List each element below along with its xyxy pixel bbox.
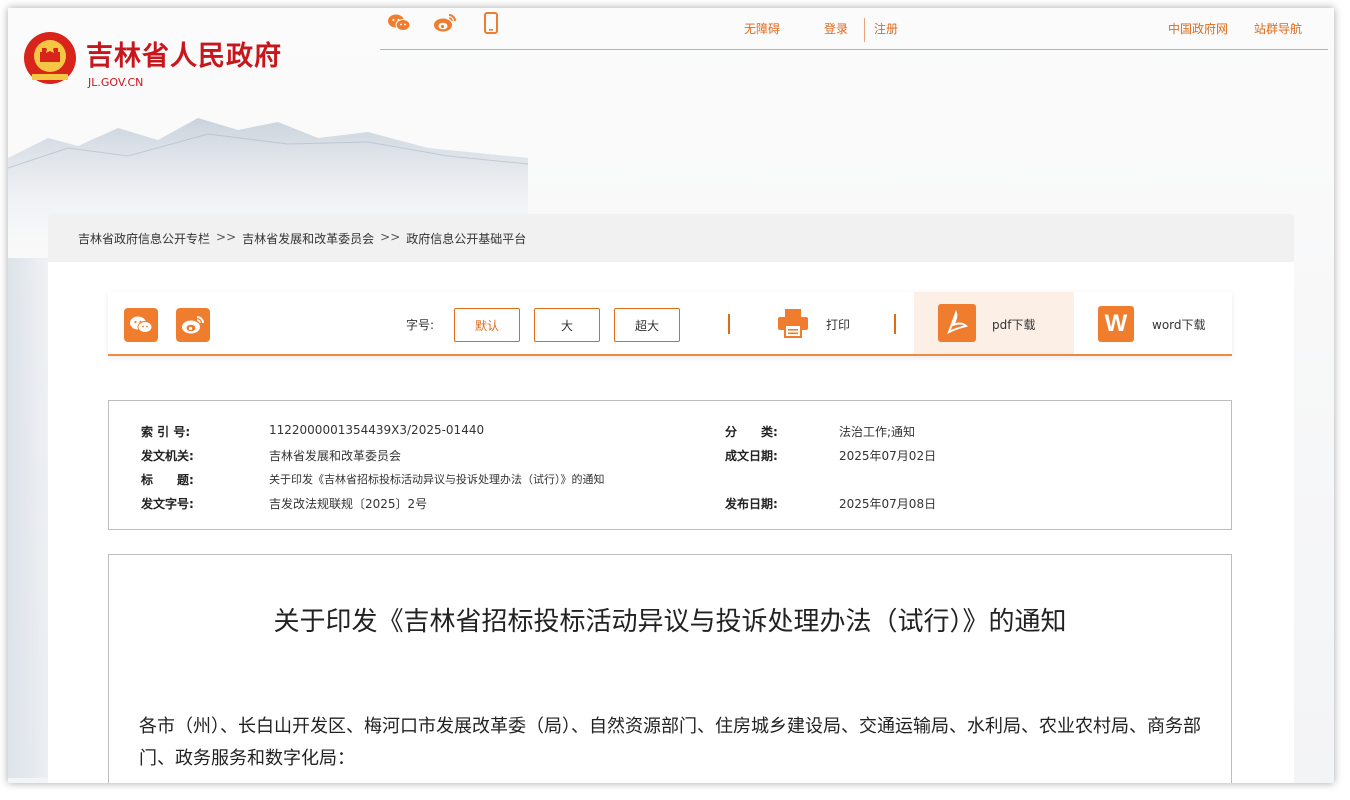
share-weibo-button[interactable] (176, 308, 210, 342)
publish-date-label: 发布日期: (725, 497, 778, 511)
document-paragraph: 各市（州）、长白山开发区、梅河口市发展改革委（局）、自然资源部门、住房城乡建设局… (139, 716, 1201, 769)
document-meta-table: 索 引 号: 1122000001354439X3/2025-01440 分 类… (108, 400, 1232, 530)
share-wechat-button[interactable] (124, 308, 158, 342)
breadcrumb-separator: >> (380, 230, 401, 244)
print-button[interactable]: 打印 (826, 316, 850, 333)
login-link[interactable]: 登录 (824, 20, 848, 37)
publish-date-value: 2025年07月08日 (839, 497, 937, 511)
wechat-icon (130, 316, 152, 333)
top-share-icons (388, 12, 502, 34)
issuer-label: 发文机关: (141, 449, 194, 463)
title-label: 标 题: (141, 473, 194, 487)
breadcrumb: 吉林省政府信息公开专栏 >> 吉林省发展和改革委员会 >> 政府信息公开基础平台 (78, 230, 526, 247)
font-xlarge-button[interactable]: 超大 (614, 308, 680, 342)
wechat-icon[interactable] (388, 12, 410, 34)
article-toolbar: 字号: 默认 大 超大 打印 pdf下载 W word下载 (108, 292, 1232, 356)
weibo-icon[interactable] (434, 12, 456, 34)
meta-row: 索 引 号: 1122000001354439X3/2025-01440 分 类… (109, 423, 1231, 443)
site-domain: JL.GOV.CN (88, 76, 144, 89)
content-panel: 字号: 默认 大 超大 打印 pdf下载 W word下载 索 引 号: 112… (48, 262, 1294, 783)
font-large-button[interactable]: 大 (534, 308, 600, 342)
document-title: 关于印发《吉林省招标投标活动异议与投诉处理办法（试行）》的通知 (273, 607, 1067, 637)
word-icon[interactable]: W (1098, 306, 1134, 342)
breadcrumb-separator: >> (216, 230, 237, 244)
breadcrumb-item[interactable]: 吉林省政府信息公开专栏 (78, 230, 210, 247)
written-date-value: 2025年07月02日 (839, 449, 937, 463)
site-nav-link[interactable]: 站群导航 (1254, 20, 1302, 37)
category-value: 法治工作;通知 (839, 425, 916, 439)
doc-number-label: 发文字号: (141, 497, 194, 511)
issuer-value: 吉林省发展和改革委员会 (269, 449, 402, 463)
weibo-icon (182, 316, 204, 334)
category-label: 分 类: (725, 425, 778, 439)
breadcrumb-item[interactable]: 吉林省发展和改革委员会 (242, 230, 374, 247)
breadcrumb-bar: 吉林省政府信息公开专栏 >> 吉林省发展和改革委员会 >> 政府信息公开基础平台 (48, 214, 1294, 262)
gov-portal-link[interactable]: 中国政府网 (1168, 20, 1228, 37)
header-divider (380, 49, 1328, 50)
print-icon[interactable] (776, 306, 810, 340)
meta-row: 标 题: 关于印发《吉林省招标投标活动异议与投诉处理办法（试行）》的通知 (109, 471, 1231, 491)
register-link[interactable]: 注册 (874, 20, 898, 37)
toolbar-divider (728, 314, 730, 334)
pdf-download-button[interactable]: pdf下载 (992, 316, 1035, 333)
word-download-button[interactable]: word下载 (1152, 316, 1206, 333)
mobile-icon[interactable] (480, 12, 502, 34)
doc-number-value: 吉发改法规联规〔2025〕2号 (269, 497, 428, 511)
font-default-button[interactable]: 默认 (454, 308, 520, 342)
accessibility-link[interactable]: 无障碍 (744, 20, 780, 37)
index-label: 索 引 号: (141, 425, 191, 439)
written-date-label: 成文日期: (725, 449, 778, 463)
browser-page: 吉林省人民政府 JL.GOV.CN 无障碍 登录 注册 中国政府网 站群导航 吉… (8, 8, 1334, 783)
font-size-label: 字号: (406, 318, 435, 332)
national-emblem-icon (24, 32, 76, 84)
meta-row: 发文字号: 吉发改法规联规〔2025〕2号 发布日期: 2025年07月08日 (109, 495, 1231, 515)
title-value: 关于印发《吉林省招标投标活动异议与投诉处理办法（试行）》的通知 (269, 473, 605, 486)
document-body: 关于印发《吉林省招标投标活动异议与投诉处理办法（试行）》的通知 各市（州）、长白… (108, 554, 1232, 783)
breadcrumb-item[interactable]: 政府信息公开基础平台 (406, 230, 526, 247)
login-divider (864, 18, 865, 42)
site-title[interactable]: 吉林省人民政府 (86, 34, 282, 73)
pdf-icon[interactable] (938, 304, 976, 342)
meta-row: 发文机关: 吉林省发展和改革委员会 成文日期: 2025年07月02日 (109, 447, 1231, 467)
toolbar-divider (894, 314, 896, 334)
index-value: 1122000001354439X3/2025-01440 (269, 423, 485, 437)
